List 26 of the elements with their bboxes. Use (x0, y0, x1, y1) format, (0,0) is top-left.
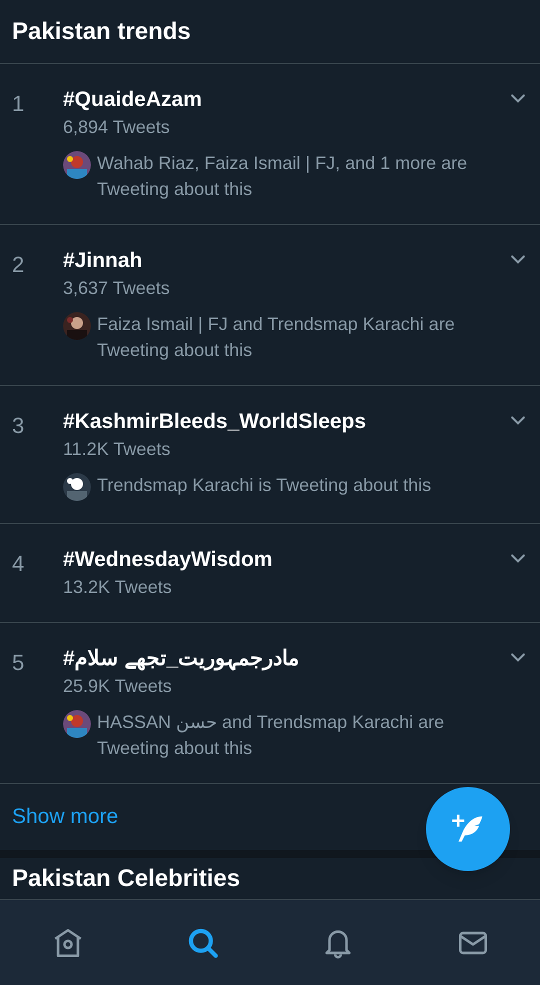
trend-rank: 2 (12, 251, 26, 279)
show-more-link[interactable]: Show more (12, 801, 118, 833)
trend-context: HASSAN حسن and Trendsmap Karachi are Tweeting about this (97, 711, 446, 760)
trend-context: Faiza Ismail | FJ and Trendsmap Karachi are Tweeting about this (97, 313, 456, 362)
tweet-count: 13.2K Tweets (63, 576, 172, 599)
section-title: Pakistan trends (12, 16, 191, 46)
trend-name: #Jinnah (63, 248, 142, 274)
trend-name: #WednesdayWisdom (63, 547, 272, 573)
trend-rank: 4 (12, 550, 26, 578)
tweet-count: 11.2K Tweets (63, 438, 170, 461)
tweet-count: 3,637 Tweets (63, 277, 170, 300)
trend-name: #QuaideAzam (63, 87, 202, 113)
tweet-count: 25.9K Tweets (63, 675, 172, 698)
trend-item[interactable]: 3 #KashmirBleeds_WorldSleeps 11.2K Tweets Trendsmap Karachi is Tweeting about this (0, 386, 540, 524)
trend-name: #مادرجمہوریت_تجھے سلام (63, 646, 300, 672)
trend-rank: 5 (12, 649, 26, 677)
trend-name: #KashmirBleeds_WorldSleeps (63, 409, 366, 435)
trend-rank: 3 (12, 412, 26, 440)
section-title: Pakistan Celebrities (12, 864, 240, 892)
trend-item[interactable]: 2 #Jinnah 3,637 Tweets Faiza Ismail | FJ and Trendsmap Karachi are Tweeting about this (0, 225, 540, 386)
tweet-count: 6,894 Tweets (63, 116, 170, 139)
trend-item[interactable]: 1 #QuaideAzam 6,894 Tweets Wahab Riaz, Faiza Ismail | FJ, and 1 more are Tweeting about this (0, 64, 540, 225)
trend-rank: 1 (12, 90, 26, 118)
trend-context: Trendsmap Karachi is Tweeting about this (97, 474, 432, 497)
trend-item[interactable]: 4 #WednesdayWisdom 13.2K Tweets (0, 524, 540, 623)
trend-context: Wahab Riaz, Faiza Ismail | FJ, and 1 more are Tweeting about this (97, 152, 468, 201)
